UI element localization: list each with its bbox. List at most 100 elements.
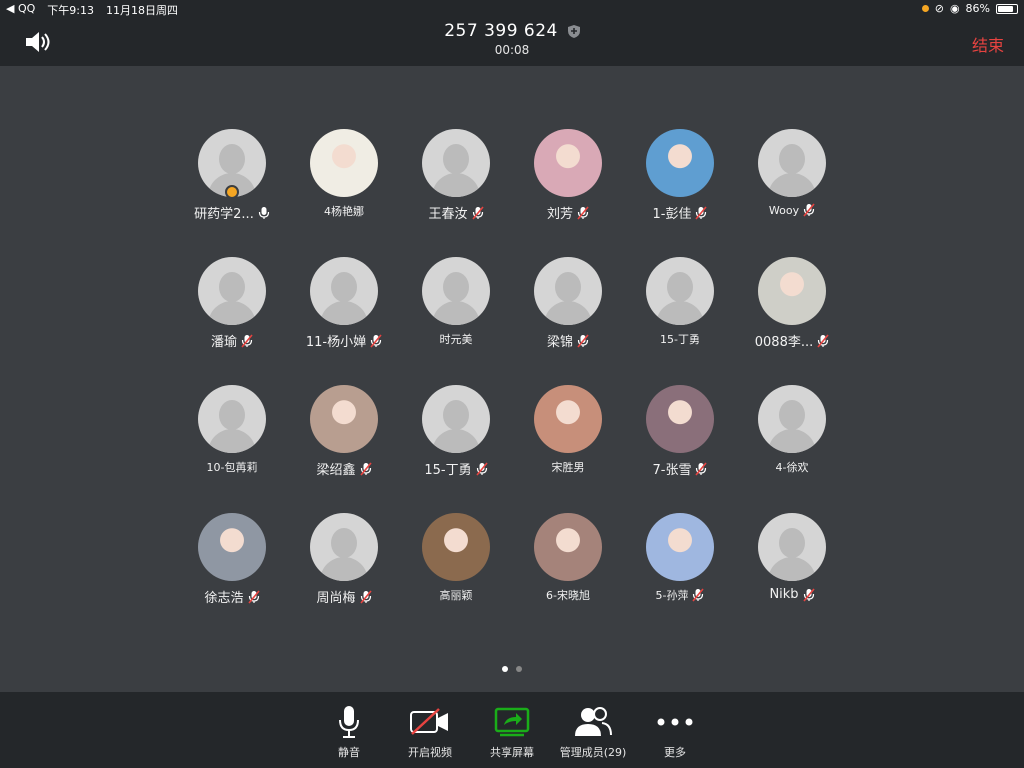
participant-name-row: 刘芳 xyxy=(512,203,624,222)
participant-name: Nikb xyxy=(769,587,799,602)
participant-tile[interactable]: 王春汝 xyxy=(400,129,512,222)
participant-tile[interactable]: 6-宋晓旭 xyxy=(512,513,624,603)
participant-name: 梁锦 xyxy=(546,335,573,350)
participant-name-row: 0088李... xyxy=(736,331,848,350)
mic-off-icon xyxy=(471,205,484,220)
participant-name: 王春汝 xyxy=(428,207,468,222)
page-dot[interactable] xyxy=(502,666,508,672)
participant-tile[interactable]: 刘芳 xyxy=(512,129,624,222)
avatar-photo xyxy=(646,385,714,453)
participant-name-row: 梁锦 xyxy=(512,331,624,350)
participant-name: 梁绍鑫 xyxy=(316,463,356,478)
participant-name: 5-孙萍 xyxy=(655,589,689,602)
participant-name-row: 15-丁勇 xyxy=(400,459,512,478)
participant-name: 刘芳 xyxy=(546,207,573,222)
mic-off-icon xyxy=(577,205,589,220)
mic-off-icon xyxy=(241,333,253,348)
participant-tile[interactable]: 5-孙萍 xyxy=(624,513,736,603)
participant-tile[interactable]: 周尚梅 xyxy=(288,513,400,606)
participant-tile[interactable]: 15-丁勇 xyxy=(400,385,512,478)
participant-name-row: 10-包苒莉 xyxy=(176,459,288,475)
mic-off-icon xyxy=(695,461,708,476)
participant-name: 7-张雪 xyxy=(652,463,692,478)
participant-name-row: 11-杨小婵 xyxy=(288,331,400,350)
participant-name: 0088李... xyxy=(754,335,814,350)
mic-off-icon xyxy=(359,461,372,476)
participant-name: 10-包苒莉 xyxy=(206,461,258,474)
battery-percent: 86% xyxy=(965,2,990,15)
meeting-toolbar: 静音 开启视频 共享屏幕 管理成员(29) 更多 xyxy=(0,692,1024,768)
participant-name-row: 时元美 xyxy=(400,331,512,347)
participant-tile[interactable]: 徐志浩 xyxy=(176,513,288,606)
participant-name: 研药学2... xyxy=(194,207,254,222)
mic-off-icon xyxy=(475,461,488,476)
avatar-photo xyxy=(198,513,266,581)
avatar-photo xyxy=(422,513,490,581)
avatar-placeholder xyxy=(758,513,826,581)
battery-icon xyxy=(996,3,1018,14)
participant-tile[interactable]: 时元美 xyxy=(400,257,512,347)
participant-tile[interactable]: 高丽颖 xyxy=(400,513,512,603)
avatar-placeholder xyxy=(534,257,602,325)
participant-name-row: 周尚梅 xyxy=(288,587,400,606)
end-meeting-button[interactable]: 结束 xyxy=(972,32,1004,56)
mic-off-icon xyxy=(577,333,589,348)
participant-name: 周尚梅 xyxy=(316,591,356,606)
participant-tile[interactable]: 研药学2... xyxy=(176,129,288,222)
mic-off-icon xyxy=(247,589,260,604)
page-indicator[interactable] xyxy=(0,666,1024,672)
avatar-photo xyxy=(310,129,378,197)
mic-icon xyxy=(339,706,359,738)
carrier-label: ◀ QQ xyxy=(6,2,36,15)
page-dot[interactable] xyxy=(516,666,522,672)
participant-tile[interactable]: Wooy xyxy=(736,129,848,217)
participant-name: 11-杨小婵 xyxy=(305,335,367,350)
avatar-photo xyxy=(310,385,378,453)
avatar-placeholder xyxy=(422,385,490,453)
recording-dot-icon xyxy=(921,5,929,12)
participant-name-row: 王春汝 xyxy=(400,203,512,222)
participant-name-row: 6-宋晓旭 xyxy=(512,587,624,603)
participant-name-row: 宋胜男 xyxy=(512,459,624,475)
participant-tile[interactable]: 潘瑜 xyxy=(176,257,288,350)
participant-tile[interactable]: 梁锦 xyxy=(512,257,624,350)
participant-name: Wooy xyxy=(768,203,800,217)
participant-tile[interactable]: 7-张雪 xyxy=(624,385,736,478)
avatar-photo xyxy=(646,513,714,581)
more-label: 更多 xyxy=(664,746,686,759)
participant-name: 15-丁勇 xyxy=(424,463,472,478)
shield-icon xyxy=(567,24,580,38)
participant-tile[interactable]: 11-杨小婵 xyxy=(288,257,400,350)
participant-tile[interactable]: 梁绍鑫 xyxy=(288,385,400,478)
participant-tile[interactable]: 15-丁勇 xyxy=(624,257,736,347)
avatar-photo xyxy=(758,257,826,325)
participant-tile[interactable]: 宋胜男 xyxy=(512,385,624,475)
participant-tile[interactable]: 4-徐欢 xyxy=(736,385,848,475)
avatar-placeholder xyxy=(422,257,490,325)
participant-name-row: 潘瑜 xyxy=(176,331,288,350)
meeting-id: 257 399 624 xyxy=(0,21,1024,41)
avatar-photo xyxy=(534,129,602,197)
participant-tile[interactable]: 10-包苒莉 xyxy=(176,385,288,475)
participant-tile[interactable]: 0088李... xyxy=(736,257,848,350)
share-screen-icon xyxy=(494,707,530,737)
participant-name-row: Wooy xyxy=(736,203,848,217)
avatar-placeholder xyxy=(646,257,714,325)
participant-name: 宋胜男 xyxy=(551,461,585,474)
participant-name: 潘瑜 xyxy=(210,335,237,350)
avatar-placeholder xyxy=(422,129,490,197)
mic-off-icon xyxy=(359,589,372,604)
participant-name-row: 徐志浩 xyxy=(176,587,288,606)
participant-tile[interactable]: Nikb xyxy=(736,513,848,602)
participant-name-row: 高丽颖 xyxy=(400,587,512,603)
mic-off-icon xyxy=(817,333,829,348)
video-off-icon xyxy=(410,708,448,735)
participant-tile[interactable]: 1-彭佳 xyxy=(624,129,736,222)
avatar-placeholder xyxy=(198,385,266,453)
participant-tile[interactable]: 4杨艳娜 xyxy=(288,129,400,219)
participant-name-row: 15-丁勇 xyxy=(624,331,736,347)
participant-name: 高丽颖 xyxy=(439,589,473,602)
more-button[interactable]: 更多 xyxy=(625,704,725,760)
avatar-photo xyxy=(646,129,714,197)
participant-name: 徐志浩 xyxy=(204,591,244,606)
